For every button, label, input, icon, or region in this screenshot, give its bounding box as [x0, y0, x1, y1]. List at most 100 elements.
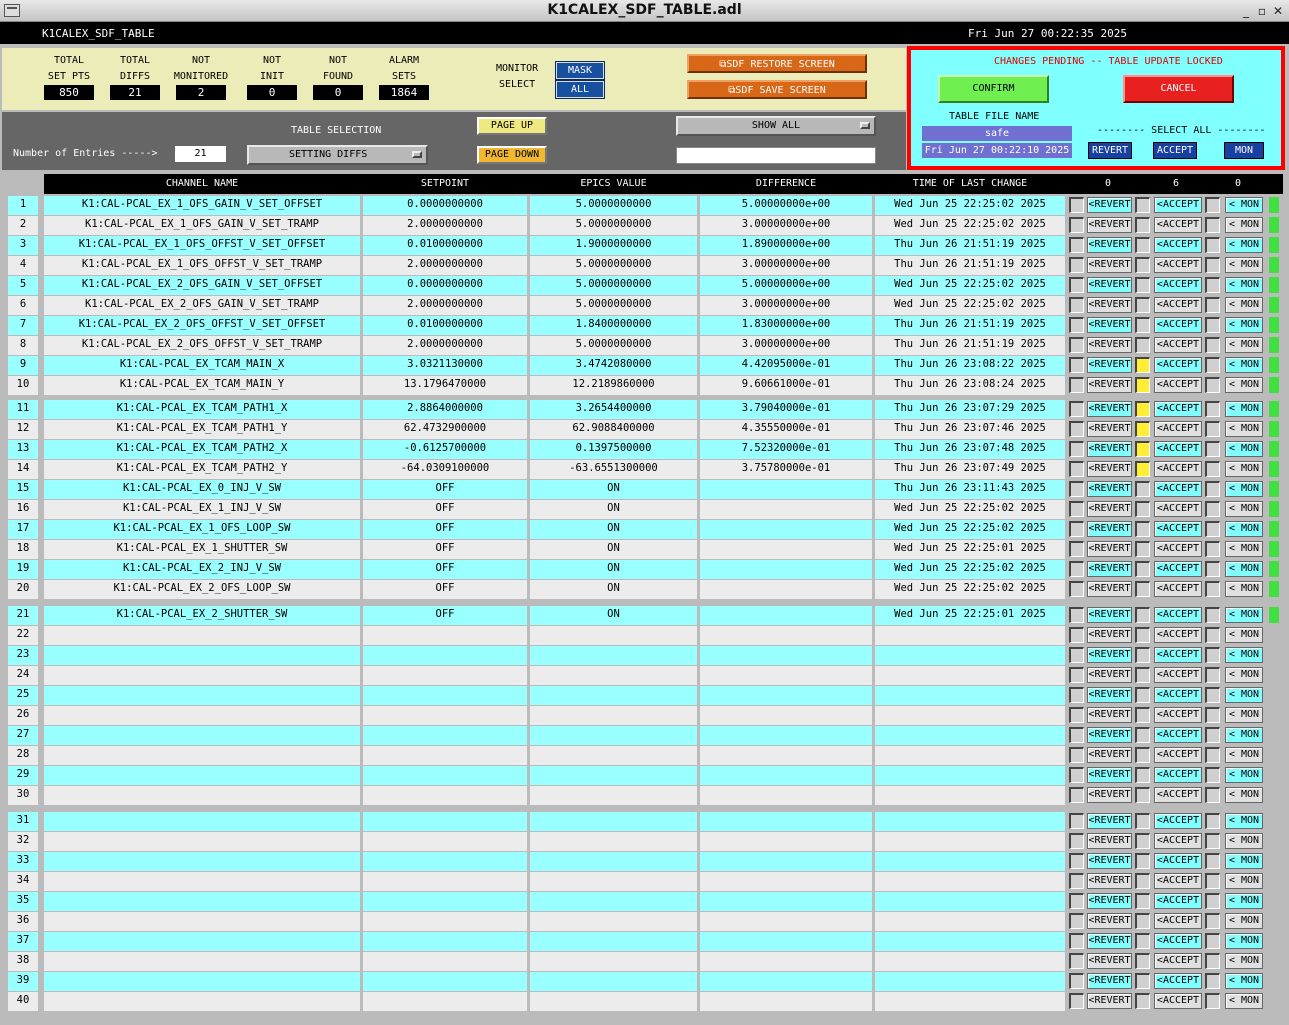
accept-checkbox[interactable] — [1135, 973, 1150, 989]
accept-button[interactable]: <ACCEPT — [1154, 953, 1202, 969]
accept-button[interactable]: <ACCEPT — [1154, 933, 1202, 949]
revert-button[interactable]: <REVERT — [1087, 767, 1132, 783]
accept-checkbox[interactable] — [1135, 277, 1150, 293]
accept-button[interactable]: <ACCEPT — [1154, 581, 1202, 597]
mon-button[interactable]: < MON — [1225, 973, 1263, 989]
revert-button[interactable]: <REVERT — [1087, 647, 1132, 663]
mon-checkbox[interactable] — [1205, 973, 1220, 989]
mon-button[interactable]: < MON — [1225, 707, 1263, 723]
revert-checkbox[interactable] — [1069, 561, 1084, 577]
revert-checkbox[interactable] — [1069, 357, 1084, 373]
accept-checkbox[interactable] — [1135, 813, 1150, 829]
revert-button[interactable]: <REVERT — [1087, 401, 1132, 417]
mon-button[interactable]: < MON — [1225, 441, 1263, 457]
mon-button[interactable]: < MON — [1225, 627, 1263, 643]
accept-button[interactable]: <ACCEPT — [1154, 501, 1202, 517]
revert-checkbox[interactable] — [1069, 377, 1084, 393]
mon-button[interactable]: < MON — [1225, 933, 1263, 949]
mon-checkbox[interactable] — [1205, 627, 1220, 643]
accept-checkbox[interactable] — [1135, 377, 1150, 393]
accept-button[interactable]: <ACCEPT — [1154, 401, 1202, 417]
revert-button[interactable]: <REVERT — [1087, 561, 1132, 577]
close-icon[interactable]: ✕ — [1270, 3, 1286, 19]
revert-checkbox[interactable] — [1069, 853, 1084, 869]
minimize-icon[interactable]: _ — [1238, 3, 1254, 19]
accept-button[interactable]: <ACCEPT — [1154, 687, 1202, 703]
accept-button[interactable]: <ACCEPT — [1154, 647, 1202, 663]
revert-checkbox[interactable] — [1069, 893, 1084, 909]
revert-button[interactable]: <REVERT — [1087, 833, 1132, 849]
accept-checkbox[interactable] — [1135, 627, 1150, 643]
mon-checkbox[interactable] — [1205, 667, 1220, 683]
accept-checkbox[interactable] — [1135, 337, 1150, 353]
mon-button[interactable]: < MON — [1225, 237, 1263, 253]
revert-button[interactable]: <REVERT — [1087, 317, 1132, 333]
mon-button[interactable]: < MON — [1225, 727, 1263, 743]
mon-checkbox[interactable] — [1205, 913, 1220, 929]
accept-button[interactable]: <ACCEPT — [1154, 441, 1202, 457]
revert-button[interactable]: <REVERT — [1087, 893, 1132, 909]
mon-checkbox[interactable] — [1205, 377, 1220, 393]
mon-checkbox[interactable] — [1205, 787, 1220, 803]
accept-button[interactable]: <ACCEPT — [1154, 627, 1202, 643]
revert-button[interactable]: <REVERT — [1087, 377, 1132, 393]
accept-button[interactable]: <ACCEPT — [1154, 707, 1202, 723]
mon-checkbox[interactable] — [1205, 747, 1220, 763]
revert-checkbox[interactable] — [1069, 337, 1084, 353]
mon-checkbox[interactable] — [1205, 687, 1220, 703]
revert-checkbox[interactable] — [1069, 913, 1084, 929]
cancel-button[interactable]: CANCEL — [1123, 75, 1234, 103]
accept-checkbox[interactable] — [1135, 607, 1150, 623]
accept-checkbox[interactable] — [1135, 317, 1150, 333]
all-button[interactable]: ALL — [555, 80, 605, 99]
revert-button[interactable]: <REVERT — [1087, 357, 1132, 373]
accept-checkbox[interactable] — [1135, 707, 1150, 723]
accept-button[interactable]: <ACCEPT — [1154, 317, 1202, 333]
accept-button[interactable]: <ACCEPT — [1154, 727, 1202, 743]
mon-checkbox[interactable] — [1205, 197, 1220, 213]
accept-checkbox[interactable] — [1135, 647, 1150, 663]
mon-button[interactable]: < MON — [1225, 297, 1263, 313]
revert-checkbox[interactable] — [1069, 277, 1084, 293]
revert-button[interactable]: <REVERT — [1087, 787, 1132, 803]
accept-button[interactable]: <ACCEPT — [1154, 481, 1202, 497]
mon-button[interactable]: < MON — [1225, 647, 1263, 663]
revert-button[interactable]: <REVERT — [1087, 627, 1132, 643]
mon-checkbox[interactable] — [1205, 581, 1220, 597]
mon-button[interactable]: < MON — [1225, 561, 1263, 577]
revert-button[interactable]: <REVERT — [1087, 993, 1132, 1009]
revert-button[interactable]: <REVERT — [1087, 257, 1132, 273]
accept-button[interactable]: <ACCEPT — [1154, 993, 1202, 1009]
page-down-button[interactable]: PAGE DOWN — [477, 146, 547, 164]
accept-checkbox[interactable] — [1135, 297, 1150, 313]
mask-button[interactable]: MASK — [555, 61, 605, 80]
mon-checkbox[interactable] — [1205, 933, 1220, 949]
mon-button[interactable]: < MON — [1225, 767, 1263, 783]
mon-checkbox[interactable] — [1205, 561, 1220, 577]
mon-checkbox[interactable] — [1205, 727, 1220, 743]
show-all-dropdown[interactable]: SHOW ALL — [676, 116, 876, 136]
revert-checkbox[interactable] — [1069, 481, 1084, 497]
mon-checkbox[interactable] — [1205, 833, 1220, 849]
revert-checkbox[interactable] — [1069, 993, 1084, 1009]
accept-checkbox[interactable] — [1135, 461, 1150, 477]
revert-checkbox[interactable] — [1069, 541, 1084, 557]
revert-checkbox[interactable] — [1069, 707, 1084, 723]
revert-button[interactable]: <REVERT — [1087, 421, 1132, 437]
accept-checkbox[interactable] — [1135, 747, 1150, 763]
accept-checkbox[interactable] — [1135, 933, 1150, 949]
mon-checkbox[interactable] — [1205, 297, 1220, 313]
accept-button[interactable]: <ACCEPT — [1154, 767, 1202, 783]
sdf-restore-screen-button[interactable]: ⧉SDF RESTORE SCREEN — [687, 54, 867, 73]
accept-button[interactable]: <ACCEPT — [1154, 521, 1202, 537]
accept-checkbox[interactable] — [1135, 357, 1150, 373]
select-all-mon-button[interactable]: MON — [1224, 142, 1264, 159]
revert-button[interactable]: <REVERT — [1087, 521, 1132, 537]
mon-checkbox[interactable] — [1205, 277, 1220, 293]
revert-checkbox[interactable] — [1069, 647, 1084, 663]
revert-button[interactable]: <REVERT — [1087, 541, 1132, 557]
accept-button[interactable]: <ACCEPT — [1154, 541, 1202, 557]
accept-button[interactable]: <ACCEPT — [1154, 357, 1202, 373]
accept-checkbox[interactable] — [1135, 893, 1150, 909]
mon-button[interactable]: < MON — [1225, 421, 1263, 437]
